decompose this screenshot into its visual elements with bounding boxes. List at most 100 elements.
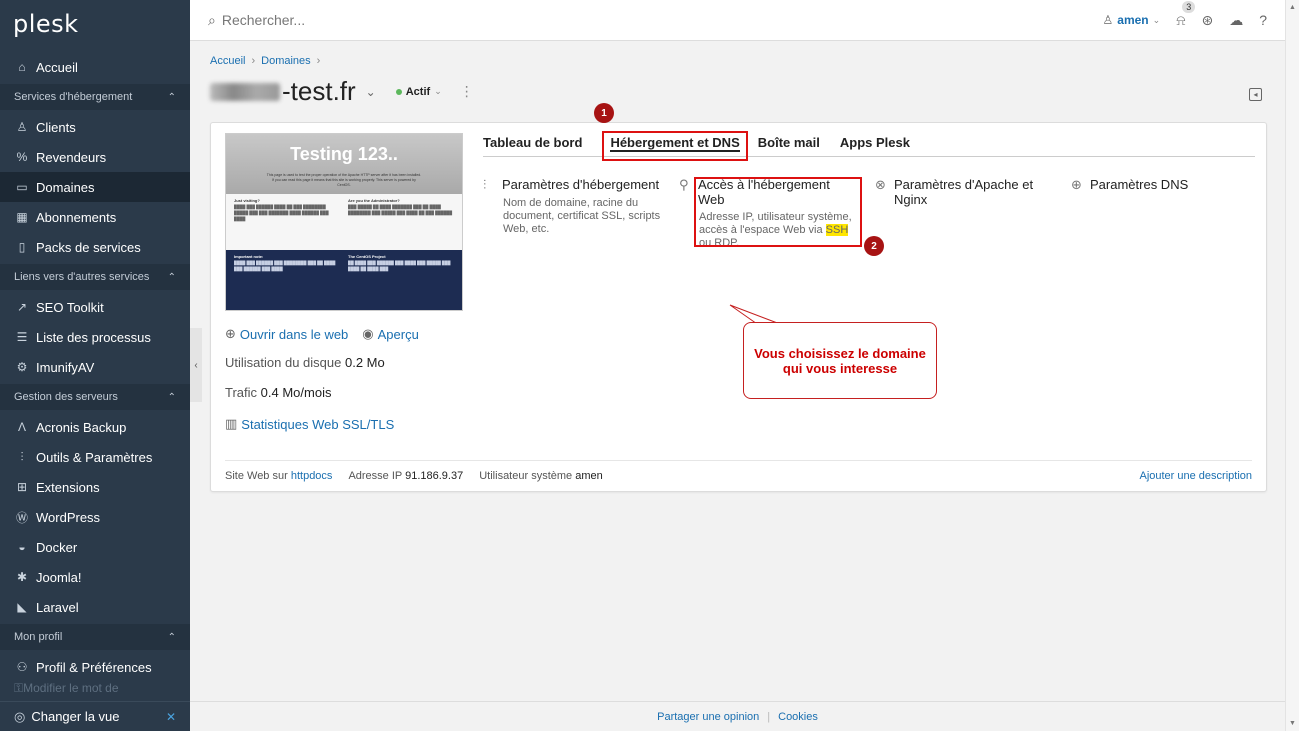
globe-icon: ⊕: [225, 326, 236, 341]
side-panel-toggle-icon[interactable]: ◂: [1249, 88, 1262, 101]
sidebar-item-packs-de-services[interactable]: ▯ Packs de services: [0, 232, 190, 262]
sidebar-item-revendeurs[interactable]: % Revendeurs: [0, 142, 190, 172]
breadcrumb-home[interactable]: Accueil: [210, 55, 245, 67]
status-dropdown[interactable]: Actif ⌄: [395, 86, 442, 98]
sidebar-item-label: SEO Toolkit: [36, 299, 104, 315]
thumbnail-bottom: Important note: ████ ███ ██████ ███ █████…: [226, 250, 462, 310]
notifications-icon[interactable]: ⍾ 3: [1176, 0, 1196, 29]
list-icon: ☰: [16, 330, 28, 344]
hosting-settings-title[interactable]: Paramètres d'hébergement: [502, 177, 659, 192]
nav-section-label: Liens vers d'autres services: [14, 271, 150, 283]
ip-label: Adresse IP: [348, 469, 403, 482]
topbar: ⌕ Rechercher... ♙ amen ⌄ ⍾ 3 ⊛ ☁ ?: [190, 0, 1285, 41]
docker-icon: ◒: [18, 540, 26, 554]
sliders-icon: ⫶: [20, 449, 24, 464]
apache-nginx-title[interactable]: Paramètres d'Apache et Nginx: [894, 177, 1055, 207]
tab-hosting-dns[interactable]: Hébergement et DNS: [602, 131, 748, 161]
search-icon: ⌕: [208, 11, 216, 28]
sidebar-item-joomla[interactable]: ✱ Joomla!: [0, 562, 190, 592]
share-feedback-link[interactable]: Partager une opinion: [657, 711, 759, 723]
thumbnail-header: Testing 123.. This page is used to test …: [226, 134, 462, 194]
sidebar-item-outils-param-tres[interactable]: ⫶ Outils & Paramètres: [0, 442, 190, 472]
sidebar-item-label: Docker: [36, 539, 78, 555]
close-icon[interactable]: ✕: [166, 710, 176, 724]
monitor-icon: ▭: [16, 180, 28, 194]
system-user-value: amen: [575, 469, 603, 482]
cookies-link[interactable]: Cookies: [778, 711, 818, 723]
scroll-down-icon[interactable]: ▼: [1289, 720, 1296, 727]
notifications-badge: 3: [1182, 0, 1196, 13]
preview-link[interactable]: Aperçu: [378, 327, 419, 342]
sidebar-item-modifier-le-mot-de[interactable]: ⚿ Modifier le mot de: [0, 682, 190, 694]
domain-title[interactable]: -test.fr: [210, 76, 356, 107]
plesk-logo[interactable]: plesk: [0, 0, 190, 52]
website-thumbnail[interactable]: Testing 123.. This page is used to test …: [225, 133, 463, 311]
change-view-bar[interactable]: ◎ Changer la vue ✕: [0, 701, 190, 731]
add-description-link[interactable]: Ajouter une description: [1139, 470, 1252, 482]
search-bar[interactable]: ⌕ Rechercher...: [208, 12, 1103, 29]
acronis-icon: Λ: [17, 420, 26, 434]
tab-mail[interactable]: Boîte mail: [758, 133, 830, 157]
dns-settings[interactable]: ⊕ Paramètres DNS: [1071, 177, 1251, 193]
nav-section-header[interactable]: Liens vers d'autres services ⌃: [0, 264, 190, 290]
httpdocs-link[interactable]: httpdocs: [291, 470, 333, 482]
chevron-down-icon[interactable]: ⌄: [366, 85, 376, 99]
domain-name-suffix: -test.fr: [282, 76, 356, 106]
nav-section-header[interactable]: Mon profil ⌃: [0, 624, 190, 650]
sidebar-item-seo-toolkit[interactable]: ↗ SEO Toolkit: [0, 292, 190, 322]
page-footer: Partager une opinion | Cookies: [190, 701, 1285, 731]
search-input[interactable]: Rechercher...: [222, 12, 305, 28]
nav-section-header[interactable]: Services d'hébergement ⌃: [0, 84, 190, 110]
open-in-web-link[interactable]: Ouvrir dans le web: [240, 327, 348, 342]
tab-hosting-dns-label: Hébergement et DNS: [610, 135, 740, 152]
sidebar-item-clients[interactable]: ♙ Clients: [0, 112, 190, 142]
sidebar-item-imunifyav[interactable]: ⚙ ImunifyAV: [0, 352, 190, 382]
wrench-icon: ⚲: [679, 177, 689, 192]
gear-icon: ⚙: [16, 360, 28, 374]
sidebar-item-label: Clients: [36, 119, 76, 135]
sidebar-item-acronis-backup[interactable]: Λ Acronis Backup: [0, 412, 190, 442]
scroll-up-icon[interactable]: ▲: [1289, 4, 1296, 11]
globe-icon: ⊕: [1071, 177, 1082, 192]
help-lifebuoy-icon[interactable]: ⊛: [1201, 12, 1213, 29]
chevron-up-icon: ⌃: [167, 271, 176, 283]
sidebar-item-label: Extensions: [36, 479, 100, 495]
sidebar-collapse-handle[interactable]: ‹: [190, 328, 202, 402]
annotation-bubble: Vous choisissez le domaine qui vous inte…: [743, 322, 937, 399]
sidebar-item-profil-pr-f-rences[interactable]: ⚇ Profil & Préférences: [0, 652, 190, 682]
hosting-settings[interactable]: ⫶ Paramètres d'hébergement Nom de domaine…: [483, 177, 663, 236]
sidebar: plesk ⌂ Accueil Services d'hébergement ⌃ ♙ Cl…: [0, 0, 190, 731]
tab-dashboard[interactable]: Tableau de bord: [483, 133, 592, 157]
sidebar-item-extensions[interactable]: ⊞ Extensions: [0, 472, 190, 502]
dns-settings-title[interactable]: Paramètres DNS: [1090, 177, 1188, 192]
tab-plesk-apps[interactable]: Apps Plesk: [840, 133, 920, 157]
sidebar-item-accueil[interactable]: ⌂ Accueil: [0, 52, 190, 82]
more-options-icon[interactable]: ⋮: [460, 83, 474, 100]
ssl-stats-link[interactable]: Statistiques Web SSL/TLS: [241, 417, 394, 432]
nav-section-header[interactable]: Gestion des serveurs ⌃: [0, 384, 190, 410]
system-user-info: Utilisateur système amen: [479, 470, 603, 482]
user-menu[interactable]: ♙ amen ⌄: [1103, 13, 1161, 27]
change-view-label: Changer la vue: [31, 709, 120, 724]
sidebar-item-label: Profil & Préférences: [36, 659, 152, 675]
domain-tabs: Tableau de bord Hébergement et DNS Boîte…: [483, 131, 1255, 161]
sidebar-item-laravel[interactable]: ◣ Laravel: [0, 592, 190, 622]
sidebar-nav: ⌂ Accueil Services d'hébergement ⌃ ♙ Clients%…: [0, 52, 190, 694]
scrollbar[interactable]: ▲ ▼: [1285, 0, 1299, 731]
sidebar-item-abonnements[interactable]: ▦ Abonnements: [0, 202, 190, 232]
sidebar-item-liste-des-processus[interactable]: ☰ Liste des processus: [0, 322, 190, 352]
sidebar-item-domaines[interactable]: ▭ Domaines: [0, 172, 190, 202]
breadcrumb-domains[interactable]: Domaines: [261, 55, 311, 67]
sidebar-item-docker[interactable]: ◒ Docker: [0, 532, 190, 562]
sidebar-item-label: Revendeurs: [36, 149, 107, 165]
ip-info: Adresse IP 91.186.9.37: [348, 470, 463, 482]
apache-nginx-settings[interactable]: ⊗ Paramètres d'Apache et Nginx: [875, 177, 1055, 207]
chevron-up-icon: ⌃: [167, 631, 176, 643]
disk-usage-value: 0.2 Mo: [344, 355, 385, 370]
nav-section-label: Mon profil: [14, 631, 63, 643]
cloud-icon[interactable]: ☁: [1229, 12, 1243, 29]
annotation-number-1: 1: [594, 103, 614, 123]
sidebar-item-wordpress[interactable]: Ⓦ WordPress: [0, 502, 190, 532]
domain-summary: ⊕ Ouvrir dans le web ◉ Aperçu Utilisatio…: [225, 325, 419, 433]
question-icon[interactable]: ?: [1259, 12, 1267, 28]
